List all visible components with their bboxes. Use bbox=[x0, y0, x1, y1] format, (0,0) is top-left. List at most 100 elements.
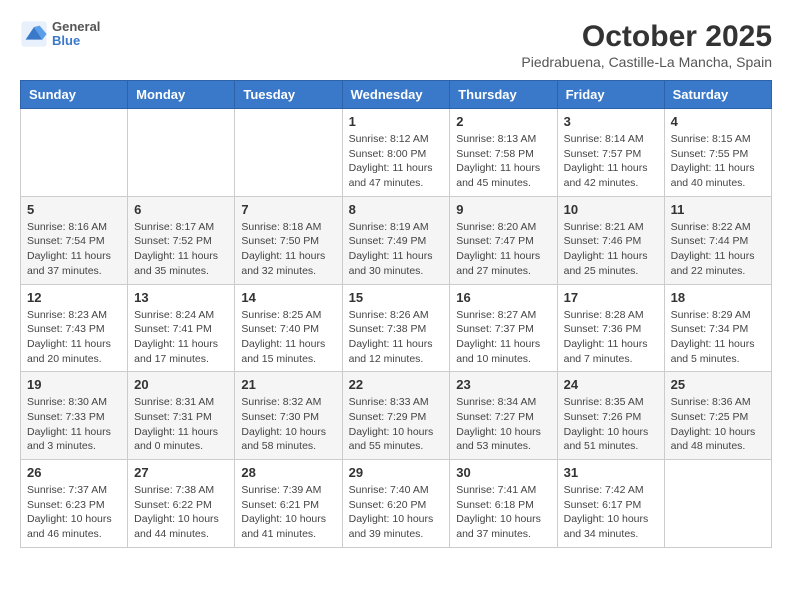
title-area: October 2025 Piedrabuena, Castille-La Ma… bbox=[521, 20, 772, 70]
calendar-cell: 20 Sunrise: 8:31 AM Sunset: 7:31 PM Dayli… bbox=[128, 372, 235, 460]
calendar-cell bbox=[235, 109, 342, 197]
day-number: 25 bbox=[671, 377, 765, 392]
calendar-cell: 2 Sunrise: 8:13 AM Sunset: 7:58 PM Daylig… bbox=[450, 109, 557, 197]
day-number: 12 bbox=[27, 290, 121, 305]
weekday-header-sunday: Sunday bbox=[21, 81, 128, 109]
calendar-week-row: 1 Sunrise: 8:12 AM Sunset: 8:00 PM Daylig… bbox=[21, 109, 772, 197]
day-info: Sunrise: 7:38 AM Sunset: 6:22 PM Dayligh… bbox=[134, 483, 228, 542]
day-info: Sunrise: 7:40 AM Sunset: 6:20 PM Dayligh… bbox=[349, 483, 444, 542]
calendar-cell: 28 Sunrise: 7:39 AM Sunset: 6:21 PM Dayli… bbox=[235, 460, 342, 548]
day-info: Sunrise: 8:25 AM Sunset: 7:40 PM Dayligh… bbox=[241, 308, 335, 367]
location-subtitle: Piedrabuena, Castille-La Mancha, Spain bbox=[521, 54, 772, 70]
calendar-week-row: 5Sunrise: 8:16 AM Sunset: 7:54 PM Daylig… bbox=[21, 196, 772, 284]
day-number: 28 bbox=[241, 465, 335, 480]
calendar-cell bbox=[128, 109, 235, 197]
day-info: Sunrise: 8:18 AM Sunset: 7:50 PM Dayligh… bbox=[241, 220, 335, 279]
calendar-cell: 19 Sunrise: 8:30 AM Sunset: 7:33 PM Dayli… bbox=[21, 372, 128, 460]
logo: General Blue bbox=[20, 20, 100, 49]
day-number: 22 bbox=[349, 377, 444, 392]
day-number: 8 bbox=[349, 202, 444, 217]
day-number: 15 bbox=[349, 290, 444, 305]
calendar-cell: 5Sunrise: 8:16 AM Sunset: 7:54 PM Daylig… bbox=[21, 196, 128, 284]
day-number: 5 bbox=[27, 202, 121, 217]
day-info: Sunrise: 8:21 AM Sunset: 7:46 PM Dayligh… bbox=[564, 220, 658, 279]
day-info: Sunrise: 8:24 AM Sunset: 7:41 PM Dayligh… bbox=[134, 308, 228, 367]
calendar-cell: 11 Sunrise: 8:22 AM Sunset: 7:44 PM Dayli… bbox=[664, 196, 771, 284]
calendar-cell: 17Sunrise: 8:28 AM Sunset: 7:36 PM Dayli… bbox=[557, 284, 664, 372]
calendar-cell: 3 Sunrise: 8:14 AM Sunset: 7:57 PM Daylig… bbox=[557, 109, 664, 197]
day-info: Sunrise: 8:12 AM Sunset: 8:00 PM Dayligh… bbox=[349, 132, 444, 191]
day-info: Sunrise: 8:30 AM Sunset: 7:33 PM Dayligh… bbox=[27, 395, 121, 454]
calendar-cell: 14 Sunrise: 8:25 AM Sunset: 7:40 PM Dayli… bbox=[235, 284, 342, 372]
day-number: 14 bbox=[241, 290, 335, 305]
calendar-cell: 6 Sunrise: 8:17 AM Sunset: 7:52 PM Daylig… bbox=[128, 196, 235, 284]
day-info: Sunrise: 8:15 AM Sunset: 7:55 PM Dayligh… bbox=[671, 132, 765, 191]
day-number: 3 bbox=[564, 114, 658, 129]
day-info: Sunrise: 7:41 AM Sunset: 6:18 PM Dayligh… bbox=[456, 483, 550, 542]
day-number: 4 bbox=[671, 114, 765, 129]
weekday-header-row: SundayMondayTuesdayWednesdayThursdayFrid… bbox=[21, 81, 772, 109]
day-number: 19 bbox=[27, 377, 121, 392]
day-info: Sunrise: 8:23 AM Sunset: 7:43 PM Dayligh… bbox=[27, 308, 121, 367]
calendar-cell: 12 Sunrise: 8:23 AM Sunset: 7:43 PM Dayli… bbox=[21, 284, 128, 372]
day-info: Sunrise: 8:31 AM Sunset: 7:31 PM Dayligh… bbox=[134, 395, 228, 454]
weekday-header-wednesday: Wednesday bbox=[342, 81, 450, 109]
calendar-cell: 30 Sunrise: 7:41 AM Sunset: 6:18 PM Dayli… bbox=[450, 460, 557, 548]
day-number: 24 bbox=[564, 377, 658, 392]
day-number: 20 bbox=[134, 377, 228, 392]
calendar-week-row: 19 Sunrise: 8:30 AM Sunset: 7:33 PM Dayli… bbox=[21, 372, 772, 460]
weekday-header-saturday: Saturday bbox=[664, 81, 771, 109]
day-info: Sunrise: 8:17 AM Sunset: 7:52 PM Dayligh… bbox=[134, 220, 228, 279]
calendar-cell: 29 Sunrise: 7:40 AM Sunset: 6:20 PM Dayli… bbox=[342, 460, 450, 548]
day-info: Sunrise: 8:20 AM Sunset: 7:47 PM Dayligh… bbox=[456, 220, 550, 279]
calendar-cell bbox=[21, 109, 128, 197]
calendar-cell: 1 Sunrise: 8:12 AM Sunset: 8:00 PM Daylig… bbox=[342, 109, 450, 197]
day-number: 10 bbox=[564, 202, 658, 217]
calendar-cell: 13 Sunrise: 8:24 AM Sunset: 7:41 PM Dayli… bbox=[128, 284, 235, 372]
calendar-cell: 4 Sunrise: 8:15 AM Sunset: 7:55 PM Daylig… bbox=[664, 109, 771, 197]
day-info: Sunrise: 8:22 AM Sunset: 7:44 PM Dayligh… bbox=[671, 220, 765, 279]
day-number: 13 bbox=[134, 290, 228, 305]
day-number: 11 bbox=[671, 202, 765, 217]
day-info: Sunrise: 8:13 AM Sunset: 7:58 PM Dayligh… bbox=[456, 132, 550, 191]
month-title: October 2025 bbox=[521, 20, 772, 54]
calendar-table: SundayMondayTuesdayWednesdayThursdayFrid… bbox=[20, 80, 772, 548]
day-number: 21 bbox=[241, 377, 335, 392]
calendar-week-row: 12 Sunrise: 8:23 AM Sunset: 7:43 PM Dayli… bbox=[21, 284, 772, 372]
calendar-cell: 31Sunrise: 7:42 AM Sunset: 6:17 PM Dayli… bbox=[557, 460, 664, 548]
day-info: Sunrise: 8:34 AM Sunset: 7:27 PM Dayligh… bbox=[456, 395, 550, 454]
calendar-cell: 10 Sunrise: 8:21 AM Sunset: 7:46 PM Dayli… bbox=[557, 196, 664, 284]
day-info: Sunrise: 8:36 AM Sunset: 7:25 PM Dayligh… bbox=[671, 395, 765, 454]
day-number: 18 bbox=[671, 290, 765, 305]
calendar-cell: 26 Sunrise: 7:37 AM Sunset: 6:23 PM Dayli… bbox=[21, 460, 128, 548]
calendar-cell: 8 Sunrise: 8:19 AM Sunset: 7:49 PM Daylig… bbox=[342, 196, 450, 284]
day-number: 1 bbox=[349, 114, 444, 129]
logo-text: General Blue bbox=[52, 20, 100, 49]
day-number: 23 bbox=[456, 377, 550, 392]
day-number: 30 bbox=[456, 465, 550, 480]
calendar-cell: 22Sunrise: 8:33 AM Sunset: 7:29 PM Dayli… bbox=[342, 372, 450, 460]
calendar-week-row: 26 Sunrise: 7:37 AM Sunset: 6:23 PM Dayli… bbox=[21, 460, 772, 548]
day-info: Sunrise: 7:37 AM Sunset: 6:23 PM Dayligh… bbox=[27, 483, 121, 542]
weekday-header-thursday: Thursday bbox=[450, 81, 557, 109]
day-info: Sunrise: 8:14 AM Sunset: 7:57 PM Dayligh… bbox=[564, 132, 658, 191]
day-number: 29 bbox=[349, 465, 444, 480]
calendar-cell: 15 Sunrise: 8:26 AM Sunset: 7:38 PM Dayli… bbox=[342, 284, 450, 372]
day-number: 6 bbox=[134, 202, 228, 217]
calendar-cell: 23 Sunrise: 8:34 AM Sunset: 7:27 PM Dayli… bbox=[450, 372, 557, 460]
weekday-header-tuesday: Tuesday bbox=[235, 81, 342, 109]
day-info: Sunrise: 8:35 AM Sunset: 7:26 PM Dayligh… bbox=[564, 395, 658, 454]
day-number: 26 bbox=[27, 465, 121, 480]
day-info: Sunrise: 7:39 AM Sunset: 6:21 PM Dayligh… bbox=[241, 483, 335, 542]
day-number: 2 bbox=[456, 114, 550, 129]
day-info: Sunrise: 8:28 AM Sunset: 7:36 PM Dayligh… bbox=[564, 308, 658, 367]
day-number: 7 bbox=[241, 202, 335, 217]
calendar-cell: 27Sunrise: 7:38 AM Sunset: 6:22 PM Dayli… bbox=[128, 460, 235, 548]
day-info: Sunrise: 8:26 AM Sunset: 7:38 PM Dayligh… bbox=[349, 308, 444, 367]
day-number: 16 bbox=[456, 290, 550, 305]
day-info: Sunrise: 8:27 AM Sunset: 7:37 PM Dayligh… bbox=[456, 308, 550, 367]
calendar-cell: 18 Sunrise: 8:29 AM Sunset: 7:34 PM Dayli… bbox=[664, 284, 771, 372]
day-info: Sunrise: 8:29 AM Sunset: 7:34 PM Dayligh… bbox=[671, 308, 765, 367]
day-info: Sunrise: 8:19 AM Sunset: 7:49 PM Dayligh… bbox=[349, 220, 444, 279]
weekday-header-monday: Monday bbox=[128, 81, 235, 109]
